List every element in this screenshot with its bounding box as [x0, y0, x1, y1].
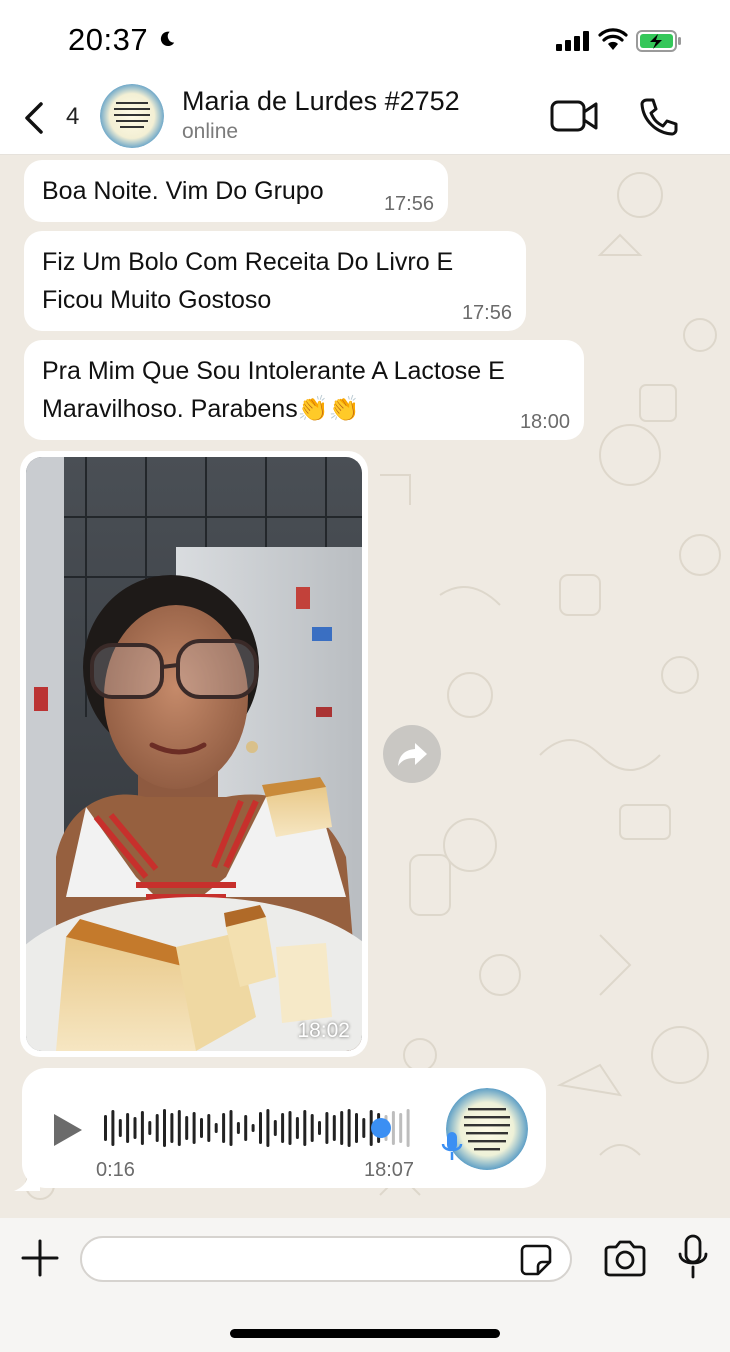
voice-time: 18:07 [364, 1159, 415, 1181]
waveform-bar [185, 1116, 189, 1140]
waveform-bar [259, 1112, 262, 1144]
message-time: 18:00 [519, 411, 570, 433]
message-text: Boa Noite. Vim Do Grupo [42, 177, 324, 205]
status-bar: 20:37 [0, 0, 730, 80]
waveform-bar [288, 1111, 292, 1145]
waveform-bar [133, 1117, 137, 1139]
microphone-icon [678, 1234, 708, 1279]
waveform-bar [295, 1117, 299, 1139]
phone-icon [640, 98, 678, 136]
waveform-bar [126, 1113, 130, 1143]
photo-image [26, 457, 362, 1051]
message-input[interactable] [80, 1236, 572, 1282]
waveform-bar [332, 1115, 336, 1141]
chat-header: 4 Maria de Lurdes #2752 online [0, 80, 730, 155]
voice-waveform[interactable] [102, 1106, 422, 1150]
play-icon [54, 1114, 82, 1146]
waveform-bar [207, 1114, 211, 1142]
waveform-bar [118, 1119, 122, 1137]
waveform-bar [399, 1113, 403, 1143]
camera-icon [604, 1240, 646, 1277]
waveform-bar [155, 1114, 159, 1142]
waveform-bar [244, 1115, 248, 1141]
waveform-bar [325, 1112, 329, 1144]
waveform-bar [251, 1124, 255, 1132]
photo[interactable]: 18:02 [26, 457, 362, 1051]
chat-area[interactable]: Boa Noite. Vim Do Grupo 17:56 Fiz Um Bol… [0, 155, 730, 1218]
message-time: 17:56 [461, 302, 512, 324]
waveform-bar [273, 1120, 277, 1136]
waveform-bar [310, 1114, 314, 1142]
forward-button[interactable] [383, 725, 441, 783]
waveform-bar [214, 1123, 218, 1133]
wifi-icon [598, 28, 628, 50]
waveform-bar [391, 1111, 395, 1145]
waveform-bar [266, 1109, 270, 1147]
record-voice-button[interactable] [676, 1234, 710, 1280]
video-call-icon [550, 100, 598, 132]
avatar-image [100, 84, 164, 148]
waveform-bar [340, 1111, 344, 1145]
waveform-bar [236, 1122, 240, 1134]
playback-position-dot[interactable] [371, 1118, 391, 1138]
waveform-bar [303, 1110, 307, 1146]
sticker-icon [520, 1244, 552, 1276]
waveform-bar [318, 1121, 321, 1135]
voice-message[interactable]: 0:16 18:07 [22, 1068, 546, 1188]
waveform-bar [140, 1111, 144, 1145]
voice-duration: 0:16 [96, 1159, 135, 1181]
forward-icon [398, 743, 427, 766]
signal-icon [556, 31, 589, 51]
play-button[interactable] [50, 1110, 86, 1150]
message-bubble[interactable]: Boa Noite. Vim Do Grupo 17:56 [24, 160, 448, 222]
message-bubble[interactable]: Pra Mim Que Sou Intolerante A Lactose E … [24, 340, 584, 440]
contact-name[interactable]: Maria de Lurdes #2752 [182, 86, 460, 117]
waveform-bar [148, 1121, 152, 1135]
message-text: Fiz Um Bolo Com Receita Do Livro E Ficou… [42, 248, 454, 314]
waveform-bar [200, 1118, 203, 1138]
image-time: 18:02 [297, 1019, 350, 1042]
waveform-bar [192, 1112, 196, 1144]
microphone-icon [441, 1132, 463, 1160]
waveform-bar [281, 1113, 285, 1143]
moon-icon [160, 31, 175, 47]
waveform-bar [163, 1109, 166, 1147]
waveform-bar [111, 1110, 115, 1146]
battery-icon [636, 30, 681, 52]
camera-button[interactable] [602, 1240, 648, 1278]
video-call-button[interactable] [550, 98, 600, 134]
waveform-bar [229, 1110, 233, 1146]
waveform-bar [222, 1113, 226, 1143]
waveform-bar [347, 1109, 351, 1147]
waveform-bar [177, 1110, 181, 1146]
waveform-bar [170, 1113, 174, 1143]
message-text: Pra Mim Que Sou Intolerante A Lactose E … [42, 357, 505, 423]
waveform-bar [362, 1118, 366, 1138]
contact-avatar[interactable] [100, 84, 164, 148]
message-time: 17:56 [383, 193, 434, 215]
unread-count[interactable]: 4 [66, 103, 79, 131]
status-time: 20:37 [68, 22, 149, 57]
voice-call-button[interactable] [638, 96, 680, 138]
contact-status: online [182, 120, 239, 143]
home-indicator [230, 1329, 500, 1338]
attach-button[interactable] [20, 1238, 60, 1278]
plus-icon [21, 1239, 59, 1277]
image-message[interactable]: 18:02 [20, 451, 368, 1057]
back-chevron-icon [25, 102, 43, 134]
waveform-bar [355, 1113, 358, 1143]
waveform-bar [104, 1115, 107, 1141]
input-bar [0, 1218, 730, 1352]
sticker-button[interactable] [520, 1244, 552, 1276]
message-bubble[interactable]: Fiz Um Bolo Com Receita Do Livro E Ficou… [24, 231, 526, 331]
waveform-bar [406, 1109, 410, 1147]
